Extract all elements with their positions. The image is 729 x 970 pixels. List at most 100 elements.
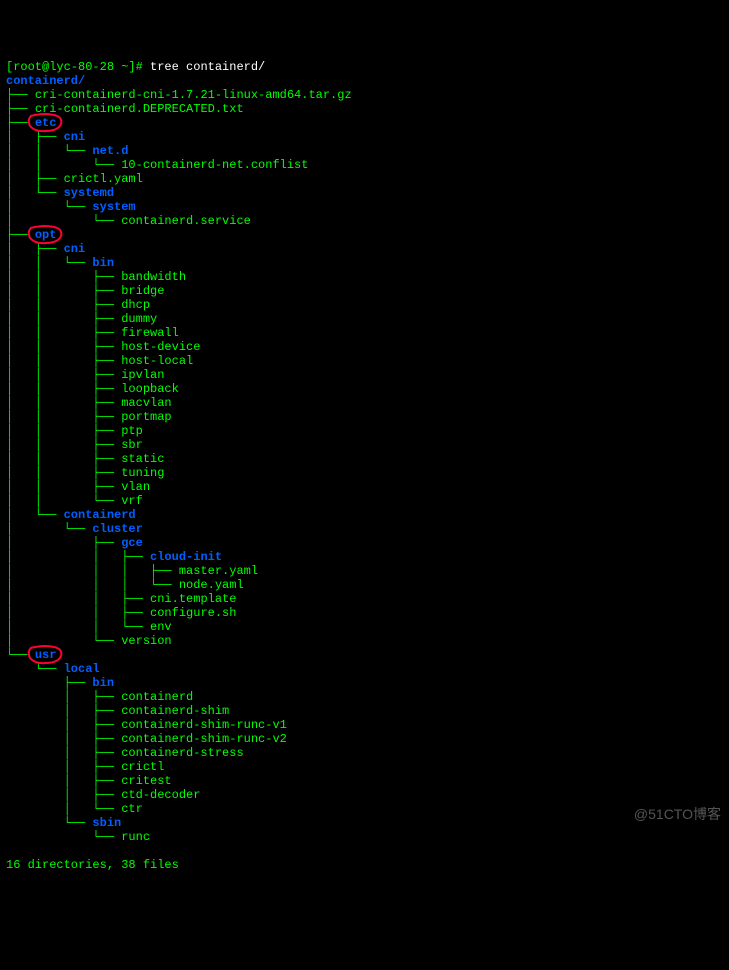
tree-file: critest: [121, 774, 171, 788]
tree-file: containerd-shim: [121, 704, 229, 718]
tree-dir: cni: [64, 130, 86, 144]
tree-file: containerd-shim-runc-v1: [121, 718, 287, 732]
tree-branch: │ │ ├──: [6, 410, 121, 424]
tree-branch: │ │ ├──: [6, 452, 121, 466]
tree-branch: ├──: [6, 102, 35, 116]
tree-branch: └──: [6, 648, 35, 662]
tree-file: version: [121, 634, 171, 648]
tree-file: cni.template: [150, 592, 236, 606]
tree-file: sbr: [121, 438, 143, 452]
tree-branch: │ │ └──: [6, 620, 150, 634]
tree-file: portmap: [121, 410, 171, 424]
tree-branch: │ │ ├──: [6, 312, 121, 326]
tree-body: ├── cri-containerd-cni-1.7.21-linux-amd6…: [6, 88, 723, 844]
command-text: tree containerd/: [150, 60, 265, 74]
tree-branch: │ │ └──: [6, 494, 121, 508]
highlighted-dir: opt: [35, 228, 57, 242]
tree-dir: cluster: [92, 522, 142, 536]
tree-file: bandwidth: [121, 270, 186, 284]
tree-dir: systemd: [64, 186, 114, 200]
tree-file: ctd-decoder: [121, 788, 200, 802]
tree-dir: bin: [92, 676, 114, 690]
tree-file: containerd.service: [121, 214, 251, 228]
tree-file: ctr: [121, 802, 143, 816]
tree-branch: │ └──: [6, 214, 121, 228]
tree-dir: cni: [64, 242, 86, 256]
tree-dir: local: [64, 662, 100, 676]
tree-file: static: [121, 452, 164, 466]
tree-file: crictl.yaml: [64, 172, 143, 186]
tree-file: cri-containerd.DEPRECATED.txt: [35, 102, 244, 116]
tree-dir: net.d: [92, 144, 128, 158]
tree-branch: └──: [6, 662, 64, 676]
tree-branch: │ │ ├──: [6, 354, 121, 368]
highlighted-dir: etc: [35, 116, 57, 130]
tree-branch: │ ├──: [6, 536, 121, 550]
tree-branch: │ ├──: [6, 690, 121, 704]
tree-branch: │ │ ├──: [6, 438, 121, 452]
tree-dir: containerd: [64, 508, 136, 522]
tree-file: dhcp: [121, 298, 150, 312]
watermark: @51CTO博客: [634, 807, 721, 821]
tree-branch: │ │ ├──: [6, 270, 121, 284]
tree-dir: cloud-init: [150, 550, 222, 564]
tree-branch: │ │ ├──: [6, 606, 150, 620]
tree-file: loopback: [121, 382, 179, 396]
tree-dir: system: [92, 200, 135, 214]
tree-file: containerd: [121, 690, 193, 704]
tree-file: containerd-shim-runc-v2: [121, 732, 287, 746]
tree-branch: │ ├──: [6, 242, 64, 256]
tree-branch: │ │ └──: [6, 256, 92, 270]
tree-dir: gce: [121, 536, 143, 550]
tree-file: env: [150, 620, 172, 634]
tree-file: ptp: [121, 424, 143, 438]
tree-branch: │ ├──: [6, 130, 64, 144]
tree-branch: │ └──: [6, 508, 64, 522]
tree-branch: │ │ ├──: [6, 466, 121, 480]
tree-branch: │ │ ├──: [6, 396, 121, 410]
tree-file: tuning: [121, 466, 164, 480]
highlighted-dir: usr: [35, 648, 57, 662]
tree-branch: │ │ ├──: [6, 284, 121, 298]
tree-branch: │ └──: [6, 802, 121, 816]
tree-branch: │ │ ├──: [6, 326, 121, 340]
tree-branch: │ │ ├──: [6, 480, 121, 494]
tree-branch: │ └──: [6, 634, 121, 648]
tree-file: crictl: [121, 760, 164, 774]
tree-file: 10-containerd-net.conflist: [121, 158, 308, 172]
tree-branch: │ │ └──: [6, 144, 92, 158]
tree-branch: │ ├──: [6, 788, 121, 802]
tree-root: containerd/: [6, 74, 85, 88]
tree-file: firewall: [121, 326, 179, 340]
tree-branch: │ ├──: [6, 718, 121, 732]
tree-branch: │ └──: [6, 186, 64, 200]
tree-branch: │ ├──: [6, 760, 121, 774]
tree-dir: bin: [92, 256, 114, 270]
tree-branch: └──: [6, 816, 92, 830]
tree-dir: sbin: [92, 816, 121, 830]
tree-branch: │ │ ├──: [6, 298, 121, 312]
tree-branch: │ │ ├──: [6, 382, 121, 396]
tree-branch: │ │ ├──: [6, 340, 121, 354]
tree-file: configure.sh: [150, 606, 236, 620]
tree-file: cri-containerd-cni-1.7.21-linux-amd64.ta…: [35, 88, 352, 102]
tree-branch: │ ├──: [6, 774, 121, 788]
tree-file: vlan: [121, 480, 150, 494]
tree-branch: │ │ ├──: [6, 592, 150, 606]
tree-file: dummy: [121, 312, 157, 326]
tree-branch: ├──: [6, 228, 35, 242]
terminal-output: [root@lyc-80-28 ~]# tree containerd/ con…: [6, 60, 723, 872]
tree-branch: │ ├──: [6, 172, 64, 186]
tree-file: master.yaml: [179, 564, 258, 578]
tree-branch: │ │ ├──: [6, 550, 150, 564]
shell-prompt: [root@lyc-80-28 ~]#: [6, 60, 150, 74]
tree-branch: │ ├──: [6, 732, 121, 746]
tree-branch: │ ├──: [6, 704, 121, 718]
tree-summary: 16 directories, 38 files: [6, 858, 179, 872]
tree-branch: │ │ │ └──: [6, 578, 179, 592]
tree-file: runc: [121, 830, 150, 844]
tree-branch: │ └──: [6, 200, 92, 214]
tree-branch: ├──: [6, 88, 35, 102]
tree-branch: │ └──: [6, 522, 92, 536]
tree-file: macvlan: [121, 396, 171, 410]
